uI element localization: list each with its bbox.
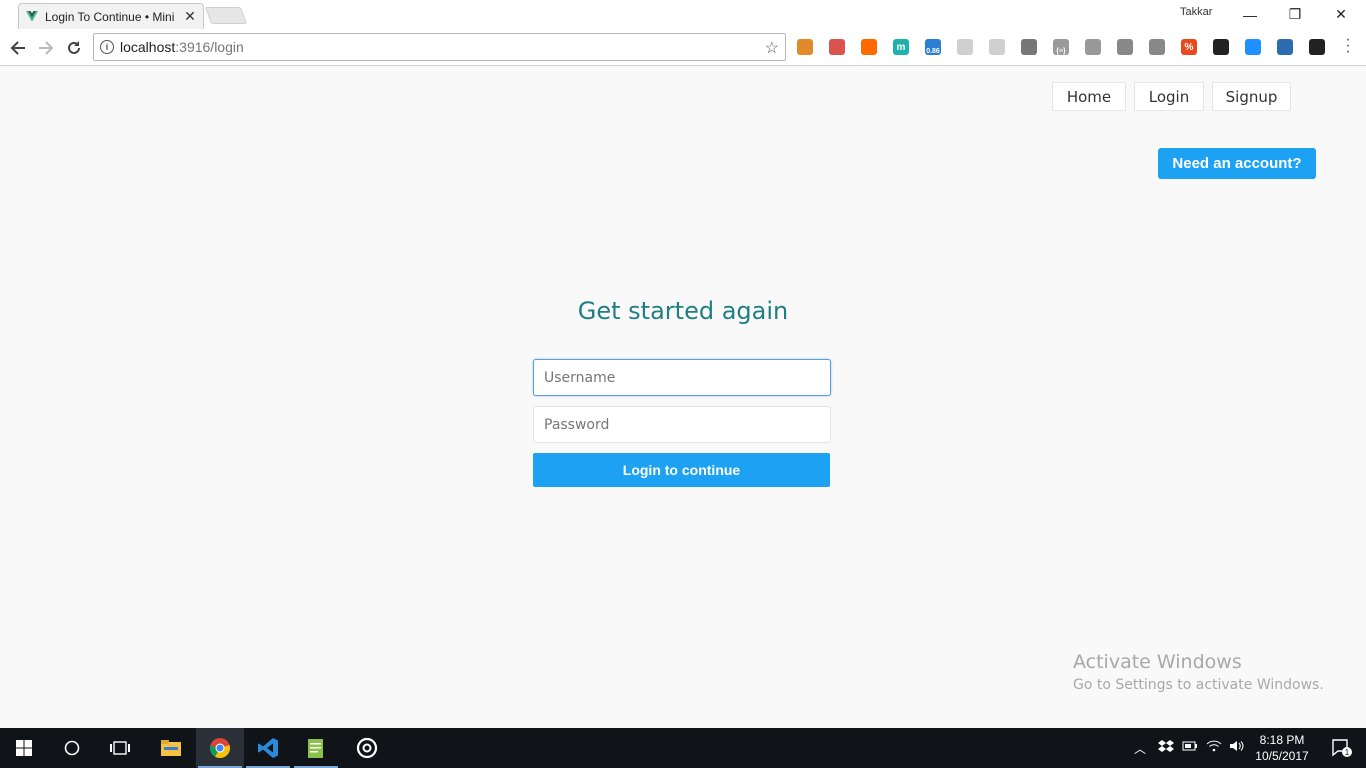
back-arrow-icon[interactable]	[6, 36, 30, 60]
page-title: Get started again	[577, 297, 789, 325]
chrome-taskbar-icon[interactable]	[196, 728, 244, 768]
restore-button[interactable]: ❐	[1272, 0, 1318, 29]
ext-5-icon[interactable]: 0.86	[925, 39, 941, 55]
ext-13-icon[interactable]: %	[1181, 39, 1197, 55]
ext-17-icon[interactable]	[1309, 39, 1325, 55]
activate-windows-watermark: Activate Windows Go to Settings to activ…	[1073, 651, 1324, 693]
address-bar[interactable]: i localhost:3916/login ☆	[93, 33, 786, 61]
notepad-taskbar-icon[interactable]	[292, 728, 340, 768]
nav-login-link[interactable]: Login	[1134, 82, 1204, 111]
file-explorer-icon[interactable]	[147, 728, 195, 768]
groove-music-icon[interactable]	[343, 728, 391, 768]
wifi-tray-icon[interactable]	[1206, 740, 1222, 755]
action-center-icon[interactable]: 1	[1318, 728, 1366, 768]
ext-9-icon[interactable]: {≡}	[1053, 39, 1069, 55]
password-input[interactable]	[533, 406, 831, 443]
need-account-button[interactable]: Need an account?	[1158, 148, 1316, 179]
bookmark-star-icon[interactable]: ☆	[765, 38, 779, 58]
ext-2-icon[interactable]	[829, 39, 845, 55]
username-input[interactable]	[533, 359, 831, 396]
cortana-search-icon[interactable]	[48, 728, 96, 768]
tab-strip: Login To Continue • Mini ✕ Takkar — ❐ ✕	[0, 0, 1366, 29]
dropbox-tray-icon[interactable]	[1158, 740, 1174, 757]
close-window-button[interactable]: ✕	[1318, 0, 1364, 29]
task-view-icon[interactable]	[96, 728, 144, 768]
ext-11-icon[interactable]	[1117, 39, 1133, 55]
clock-time: 8:18 PM	[1259, 733, 1305, 747]
ext-1-icon[interactable]	[797, 39, 813, 55]
volume-tray-icon[interactable]	[1229, 740, 1245, 755]
vue-logo-icon	[25, 10, 39, 24]
ext-7-icon[interactable]	[989, 39, 1005, 55]
page-content: Home Login Signup Need an account? Get s…	[0, 67, 1366, 728]
browser-menu-icon[interactable]: · · ·	[1342, 32, 1354, 60]
ext-10-icon[interactable]	[1085, 39, 1101, 55]
ext-15-icon[interactable]	[1245, 39, 1261, 55]
battery-tray-icon[interactable]	[1182, 740, 1198, 755]
tab-close-icon[interactable]: ✕	[183, 8, 197, 25]
ext-8-icon[interactable]	[1021, 39, 1037, 55]
reload-icon[interactable]	[62, 36, 86, 60]
browser-toolbar: i localhost:3916/login ☆ m 0.86 {≡}% · · ·	[0, 29, 1366, 66]
nav-home-link[interactable]: Home	[1052, 82, 1126, 111]
watermark-subtitle: Go to Settings to activate Windows.	[1073, 677, 1324, 693]
browser-tab[interactable]: Login To Continue • Mini ✕	[18, 3, 204, 29]
ext-16-icon[interactable]	[1277, 39, 1293, 55]
tray-overflow-chevron-icon[interactable]: ︿	[1134, 740, 1146, 757]
new-tab-button[interactable]	[204, 7, 248, 24]
ext-14-icon[interactable]	[1213, 39, 1229, 55]
ext-12-icon[interactable]	[1149, 39, 1165, 55]
windows-start-icon[interactable]	[0, 728, 48, 768]
url-path: :3916/login	[175, 39, 244, 55]
vscode-taskbar-icon[interactable]	[244, 728, 292, 768]
url-host: localhost	[120, 39, 176, 55]
taskbar-clock[interactable]: 8:18 PM 10/5/2017	[1254, 732, 1310, 764]
notification-count: 1	[1345, 748, 1350, 757]
login-button[interactable]: Login to continue	[533, 453, 830, 487]
ext-3-icon[interactable]	[861, 39, 877, 55]
minimize-button[interactable]: —	[1227, 0, 1273, 29]
ext-6-icon[interactable]	[957, 39, 973, 55]
ext-4-icon[interactable]: m	[893, 39, 909, 55]
tab-title: Login To Continue • Mini	[45, 9, 175, 24]
info-icon[interactable]: i	[100, 40, 114, 54]
nav-signup-link[interactable]: Signup	[1212, 82, 1291, 111]
clock-date: 10/5/2017	[1255, 749, 1309, 763]
windows-taskbar: ︿ 8:18 PM 10/5/2017 1	[0, 728, 1366, 768]
watermark-title: Activate Windows	[1073, 651, 1242, 673]
profile-name[interactable]: Takkar	[1180, 6, 1212, 18]
forward-arrow-icon[interactable]	[34, 36, 58, 60]
